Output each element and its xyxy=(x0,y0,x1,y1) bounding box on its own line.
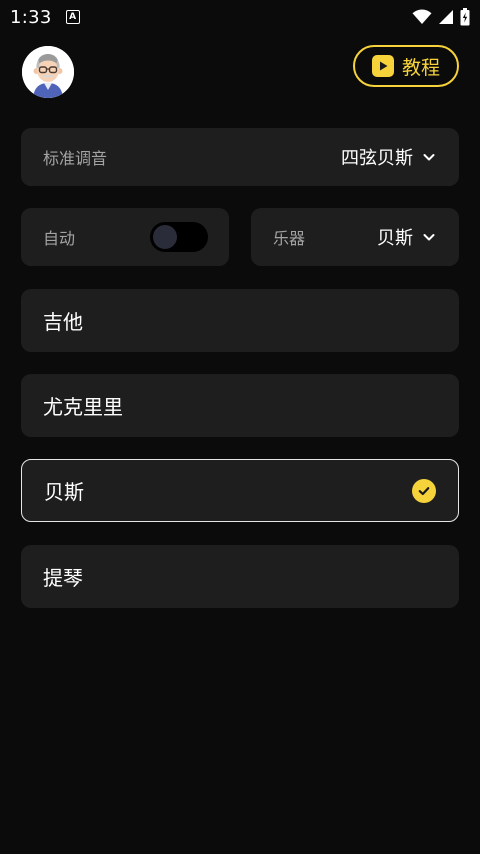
tuning-value-group: 四弦贝斯 xyxy=(341,144,437,170)
status-right xyxy=(412,8,470,26)
auto-card: 自动 xyxy=(21,208,229,266)
tutorial-button-label: 教程 xyxy=(401,56,440,79)
tuning-value: 四弦贝斯 xyxy=(341,148,413,169)
wifi-icon xyxy=(412,9,432,24)
option-label: 尤克里里 xyxy=(43,395,123,419)
status-time: 1:33 xyxy=(10,6,52,28)
instrument-selector[interactable]: 乐器 贝斯 xyxy=(251,208,459,266)
option-label: 提琴 xyxy=(43,566,83,590)
toggle-knob xyxy=(153,225,177,249)
avatar[interactable] xyxy=(22,46,74,98)
chevron-down-icon xyxy=(423,234,435,241)
instrument-value-group: 贝斯 xyxy=(377,224,437,250)
check-icon xyxy=(412,478,436,503)
option-bass[interactable]: 贝斯 xyxy=(21,459,459,522)
option-label: 贝斯 xyxy=(44,480,84,504)
tuning-selector[interactable]: 标准调音 四弦贝斯 xyxy=(21,128,459,186)
avatar-image xyxy=(22,46,74,98)
instrument-label: 乐器 xyxy=(273,229,306,248)
battery-icon xyxy=(460,8,470,26)
status-bar: 1:33 A xyxy=(0,0,480,34)
auto-toggle[interactable] xyxy=(150,222,208,252)
option-violin[interactable]: 提琴 xyxy=(21,545,459,608)
chevron-down-icon xyxy=(423,154,435,161)
tutorial-button[interactable]: 教程 xyxy=(353,45,459,87)
tuning-label: 标准调音 xyxy=(43,149,108,168)
option-ukulele[interactable]: 尤克里里 xyxy=(21,374,459,437)
instrument-value: 贝斯 xyxy=(377,228,413,249)
auto-label: 自动 xyxy=(43,229,76,248)
option-guitar[interactable]: 吉他 xyxy=(21,289,459,352)
status-left: 1:33 A xyxy=(10,7,80,28)
signal-icon xyxy=(439,10,453,24)
play-icon xyxy=(371,55,394,77)
notification-icon: A xyxy=(65,10,80,24)
option-label: 吉他 xyxy=(43,310,83,334)
